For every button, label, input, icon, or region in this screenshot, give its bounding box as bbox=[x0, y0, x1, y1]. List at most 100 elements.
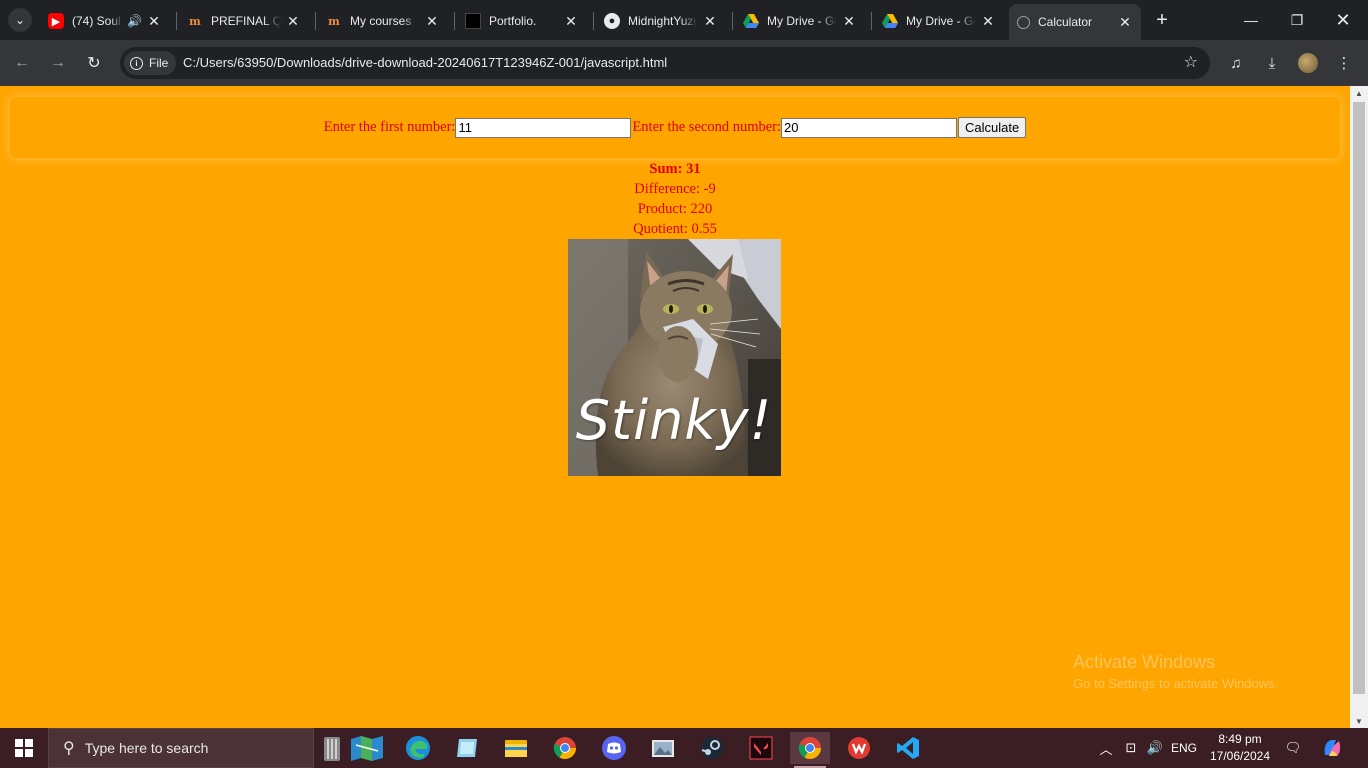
system-clock[interactable]: 8:49 pm 17/06/2024 bbox=[1203, 731, 1277, 765]
taskbar-valorant[interactable] bbox=[741, 732, 781, 764]
speaker-icon[interactable]: 🔊 bbox=[127, 14, 142, 28]
edge-icon bbox=[406, 736, 430, 760]
language-indicator[interactable]: ENG bbox=[1168, 728, 1200, 768]
vertical-scrollbar[interactable]: ▲ ▼ bbox=[1350, 86, 1368, 728]
moodle-icon: m bbox=[189, 14, 201, 28]
show-hidden-icons-button[interactable]: ︿ bbox=[1095, 728, 1117, 768]
portfolio-icon bbox=[465, 13, 481, 29]
tab-divider bbox=[593, 12, 594, 30]
taskbar-discord[interactable] bbox=[594, 732, 634, 764]
downloads-button[interactable]: ⤓ bbox=[1258, 49, 1286, 77]
tab-strip: ⌄ ▶ (74) Soul 🔊 ✕ m PREFINAL QUIZ ✕ m My… bbox=[0, 0, 1368, 40]
tab-prefinal-quiz[interactable]: m PREFINAL QUIZ ✕ bbox=[179, 6, 309, 36]
windows-icon bbox=[15, 739, 33, 757]
taskbar-file-explorer[interactable] bbox=[496, 732, 536, 764]
calculate-button[interactable]: Calculate bbox=[958, 117, 1027, 138]
close-tab-icon[interactable]: ✕ bbox=[841, 13, 857, 29]
file-shredder-icon bbox=[324, 737, 340, 761]
minimize-button[interactable]: — bbox=[1228, 0, 1274, 40]
address-bar[interactable]: i File C:/Users/63950/Downloads/drive-do… bbox=[120, 47, 1210, 79]
close-window-button[interactable]: ✕ bbox=[1320, 0, 1366, 40]
watermark-subtitle: Go to Settings to activate Windows. bbox=[1073, 676, 1279, 691]
tab-github[interactable]: ● MidnightYuzu ✕ bbox=[596, 6, 726, 36]
restore-button[interactable]: ❐ bbox=[1274, 0, 1320, 40]
arrow-left-icon: ← bbox=[14, 54, 30, 71]
moodle-icon: m bbox=[328, 14, 340, 28]
sum-result: Sum: 31 bbox=[649, 161, 701, 177]
url-text[interactable]: C:/Users/63950/Downloads/drive-download-… bbox=[183, 55, 667, 70]
vscode-icon bbox=[897, 737, 919, 759]
taskbar-vscode[interactable] bbox=[888, 732, 928, 764]
image-caption: Stinky! bbox=[575, 389, 773, 452]
google-drive-icon bbox=[743, 13, 759, 29]
start-button[interactable] bbox=[0, 728, 48, 768]
results-panel: Sum: 31 Difference: -9 Product: 220 Quot… bbox=[0, 159, 1350, 239]
profile-button[interactable] bbox=[1294, 49, 1322, 77]
tab-youtube[interactable]: ▶ (74) Soul 🔊 ✕ bbox=[40, 6, 170, 36]
photos-icon bbox=[652, 740, 674, 757]
media-control-button[interactable]: ♫ bbox=[1222, 49, 1250, 77]
bookmark-star-icon[interactable]: ☆ bbox=[1184, 52, 1198, 72]
github-icon: ● bbox=[604, 13, 620, 29]
globe-icon bbox=[1017, 15, 1030, 29]
tab-google-drive-2[interactable]: My Drive - Google Drive ✕ bbox=[874, 6, 1004, 36]
close-tab-icon[interactable]: ✕ bbox=[980, 13, 996, 29]
back-button[interactable]: ← bbox=[8, 49, 36, 77]
site-info-label: File bbox=[149, 56, 169, 70]
taskbar-file-shredder[interactable] bbox=[312, 732, 352, 764]
close-tab-icon[interactable]: ✕ bbox=[563, 13, 579, 29]
youtube-icon: ▶ bbox=[48, 13, 64, 29]
copilot-button[interactable] bbox=[1318, 728, 1346, 768]
scroll-up-icon[interactable]: ▲ bbox=[1350, 86, 1368, 100]
product-result: Product: 220 bbox=[637, 201, 713, 217]
scroll-down-icon[interactable]: ▼ bbox=[1350, 714, 1368, 728]
taskbar-wps-office[interactable] bbox=[839, 732, 879, 764]
taskbar-steam[interactable] bbox=[692, 732, 732, 764]
second-number-input[interactable] bbox=[781, 117, 958, 138]
cat-meme-image: Stinky! bbox=[568, 239, 781, 476]
tab-title: My Drive - Google Drive bbox=[906, 14, 976, 28]
tab-divider bbox=[315, 12, 316, 30]
tab-divider bbox=[871, 12, 872, 30]
new-tab-button[interactable]: + bbox=[1150, 8, 1174, 32]
site-info-chip[interactable]: i File bbox=[124, 51, 177, 75]
wps-office-icon bbox=[848, 737, 870, 759]
copilot-icon bbox=[1324, 740, 1341, 756]
network-icon: ⊡ bbox=[1125, 740, 1137, 755]
tab-portfolio[interactable]: Portfolio. ✕ bbox=[457, 6, 587, 36]
clock-time: 8:49 pm bbox=[1218, 732, 1262, 746]
close-tab-icon[interactable]: ✕ bbox=[702, 13, 718, 29]
tab-title: Calculator bbox=[1038, 15, 1093, 29]
taskbar-edge[interactable] bbox=[398, 732, 438, 764]
taskbar-search[interactable]: ⚲ Type here to search bbox=[48, 728, 314, 768]
file-explorer-icon bbox=[505, 740, 527, 757]
scrollbar-thumb[interactable] bbox=[1353, 102, 1365, 694]
menu-button[interactable]: ⋮ bbox=[1330, 49, 1358, 77]
tab-google-drive-1[interactable]: My Drive - Google Drive ✕ bbox=[735, 6, 865, 36]
tab-my-courses[interactable]: m My courses ✕ bbox=[318, 6, 448, 36]
taskbar-photos[interactable] bbox=[643, 732, 683, 764]
taskbar-chrome-active[interactable] bbox=[790, 732, 830, 768]
tab-calculator[interactable]: Calculator ✕ bbox=[1009, 4, 1141, 40]
notification-icon: 🗨 bbox=[1284, 740, 1302, 755]
forward-button[interactable]: → bbox=[44, 49, 72, 77]
close-tab-icon[interactable]: ✕ bbox=[146, 13, 162, 29]
notifications-button[interactable]: 🗨 bbox=[1280, 728, 1306, 768]
taskbar-chrome[interactable] bbox=[545, 732, 585, 764]
reload-icon: ↻ bbox=[87, 55, 101, 72]
browser-toolbar: ← → ↻ i File C:/Users/63950/Downloads/dr… bbox=[0, 40, 1368, 86]
taskbar-maps[interactable] bbox=[347, 732, 387, 764]
search-placeholder: Type here to search bbox=[84, 740, 209, 756]
close-tab-icon[interactable]: ✕ bbox=[285, 13, 301, 29]
tab-search-button[interactable]: ⌄ bbox=[8, 8, 32, 32]
volume-button[interactable]: 🔊 bbox=[1143, 728, 1167, 768]
close-tab-icon[interactable]: ✕ bbox=[1117, 14, 1133, 30]
network-button[interactable]: ⊡ bbox=[1120, 728, 1142, 768]
reload-button[interactable]: ↻ bbox=[80, 49, 108, 77]
clock-date: 17/06/2024 bbox=[1209, 749, 1271, 763]
tab-title: (74) Soul bbox=[72, 14, 121, 28]
first-number-input[interactable] bbox=[455, 117, 632, 138]
taskbar-notepad[interactable] bbox=[447, 732, 487, 764]
close-tab-icon[interactable]: ✕ bbox=[424, 13, 440, 29]
speaker-icon: 🔊 bbox=[1146, 740, 1164, 755]
